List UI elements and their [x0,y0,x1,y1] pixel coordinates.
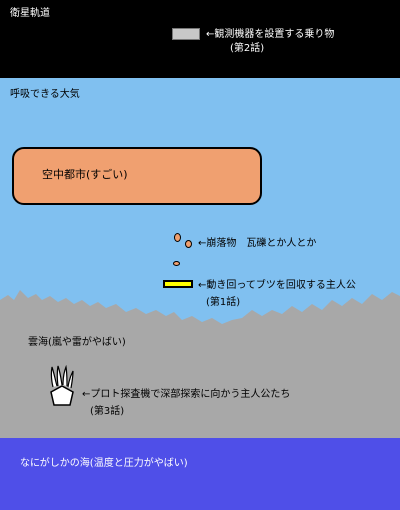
probe-label-line1: ←プロト探査機で深部探索に向かう主人公たち [82,389,291,400]
debris-piece [185,240,192,248]
observation-vehicle [172,28,200,40]
sky-city-label: 空中都市(すごい) [42,168,128,181]
cloud-sea-title: 雲海(嵐や雷がやばい) [28,337,126,348]
collector-craft [163,280,193,288]
deep-sea-title: なにがしかの海(温度と圧力がやばい) [20,458,188,469]
deep-sea-layer: なにがしかの海(温度と圧力がやばい) [0,438,400,510]
collector-label-line1: ←動き回ってブツを回収する主人公 [198,280,356,291]
probe-label-line2: (第3話) [90,406,125,417]
orbit-title: 衛星軌道 [10,8,50,19]
collector-label-line2: (第1話) [206,297,241,308]
vehicle-label-line2: (第2話) [230,43,265,54]
sky-city: 空中都市(すごい) [12,147,262,205]
vehicle-label-line1: ←観測機器を設置する乗り物 [206,29,335,40]
debris-piece [173,261,180,266]
cloud-sea-shape [0,290,400,440]
probe-icon [50,365,74,406]
atmosphere-title: 呼吸できる大気 [10,89,80,100]
debris-label: ←崩落物 瓦礫とか人とか [198,238,317,249]
debris-piece [174,233,181,242]
orbit-layer: 衛星軌道 ←観測機器を設置する乗り物 (第2話) [0,0,400,78]
